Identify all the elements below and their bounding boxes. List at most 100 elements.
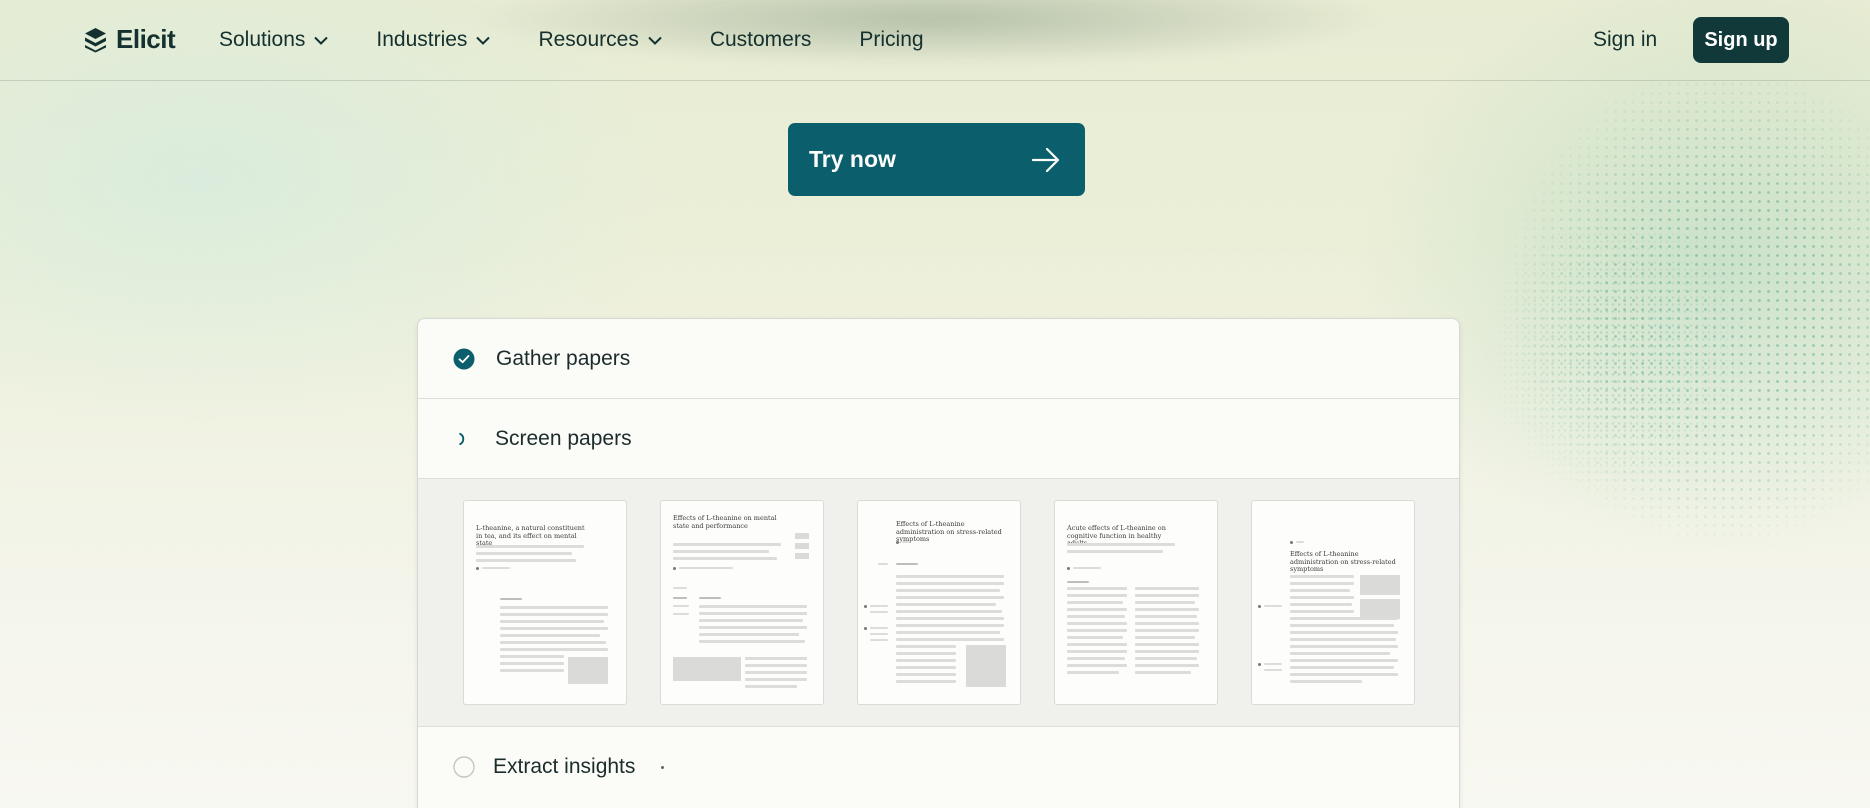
text-line: [673, 543, 781, 546]
text-line: [1067, 664, 1127, 667]
text-line: [896, 673, 956, 676]
bullet: [1258, 663, 1261, 666]
paper-thumbnail[interactable]: Acute effects of L-theanine on cognitive…: [1054, 500, 1218, 705]
bullet: [864, 605, 867, 608]
step-label: Screen papers: [495, 426, 632, 450]
text-line: [1067, 587, 1127, 590]
nav-item-industries[interactable]: Industries: [376, 28, 491, 52]
nav-item-label: Industries: [376, 28, 468, 51]
logo[interactable]: Elicit: [83, 24, 176, 55]
nav-item-customers[interactable]: Customers: [710, 28, 812, 52]
empty-circle-icon: [453, 756, 475, 778]
text-line: [1290, 610, 1354, 613]
text-line: [878, 563, 888, 565]
step-screen-papers[interactable]: Screen papers: [418, 399, 1459, 479]
paper-thumbnail[interactable]: Effects of L-theanine on mental state an…: [660, 500, 824, 705]
text-line: [500, 648, 608, 651]
nav-item-pricing[interactable]: Pricing: [859, 28, 923, 52]
text-line: [500, 655, 564, 658]
text-line: [476, 559, 576, 562]
figure-block: [673, 657, 741, 681]
text-line: [673, 557, 777, 560]
text-line: [1264, 605, 1282, 607]
text-line: [1135, 650, 1199, 653]
figure-block: [795, 543, 809, 549]
text-line: [870, 605, 888, 607]
text-line: [896, 638, 1004, 641]
bullet: [1067, 567, 1070, 570]
text-line: [1067, 657, 1125, 660]
text-line: [1290, 659, 1398, 662]
nav-item-label: Resources: [538, 28, 639, 51]
text-line: [745, 664, 807, 667]
text-line: [870, 627, 888, 629]
paper-thumbnail[interactable]: Effects of L-theanine administration on …: [1251, 500, 1415, 705]
text-line: [1135, 636, 1195, 639]
text-line: [896, 589, 1000, 592]
bullet: [1290, 541, 1293, 544]
nav-item-resources[interactable]: Resources: [538, 28, 662, 52]
text-line: [1264, 669, 1282, 671]
bullet: [1258, 605, 1261, 608]
arrow-right-icon: [1031, 147, 1060, 172]
chevron-down-icon: [476, 36, 491, 45]
text-line: [896, 610, 1002, 613]
check-circle-icon: [453, 348, 475, 369]
text-line: [1067, 550, 1163, 553]
paper-title: Effects of L-theanine on mental state an…: [673, 514, 777, 530]
text-line: [1290, 589, 1350, 592]
sign-in-link[interactable]: Sign in: [1593, 28, 1657, 52]
text-line: [673, 550, 769, 553]
sign-up-button[interactable]: Sign up: [1693, 17, 1789, 63]
text-line: [1264, 663, 1282, 665]
paper-thumbnail[interactable]: L-theanine, a natural constituent in tea…: [463, 500, 627, 705]
workflow-card: Gather papers Screen papers L-theanine, …: [417, 318, 1460, 808]
bullet: [864, 627, 867, 630]
text-line: [1290, 645, 1398, 648]
paper-title: Effects of L-theanine administration on …: [896, 520, 1002, 543]
text-line: [870, 639, 888, 641]
text-line: [482, 567, 510, 569]
figure-block: [795, 533, 809, 539]
text-line: [1067, 650, 1127, 653]
nav-item-solutions[interactable]: Solutions: [219, 28, 329, 52]
text-line: [1296, 541, 1304, 543]
text-line: [870, 633, 888, 635]
nav-menu: Solutions Industries Resources Customers…: [219, 28, 972, 52]
nav-item-label: Pricing: [859, 28, 924, 51]
heading-line: [896, 563, 918, 565]
text-line: [896, 582, 1004, 585]
text-line: [896, 631, 1000, 634]
text-line: [1290, 638, 1396, 641]
text-line: [745, 678, 807, 681]
text-line: [679, 567, 733, 569]
text-line: [896, 575, 1004, 578]
chevron-down-icon: [648, 36, 662, 45]
text-line: [1290, 666, 1394, 669]
text-line: [1067, 543, 1175, 546]
chevron-down-icon: [314, 36, 329, 45]
paper-thumbnail[interactable]: Effects of L-theanine administration on …: [857, 500, 1021, 705]
text-line: [896, 680, 956, 683]
text-line: [673, 605, 689, 607]
nav-item-label: Customers: [709, 28, 812, 51]
text-line: [745, 657, 807, 660]
text-line: [896, 666, 956, 669]
text-line: [896, 603, 996, 606]
try-now-button[interactable]: Try now: [788, 123, 1085, 196]
step-gather-papers[interactable]: Gather papers: [418, 319, 1459, 399]
elicit-logo-icon: [85, 27, 106, 52]
text-line: [500, 606, 608, 609]
step-extract-insights[interactable]: Extract insights: [418, 727, 1459, 807]
text-line: [500, 634, 600, 637]
text-line: [500, 669, 564, 672]
heading-line: [1067, 581, 1089, 583]
figure-block: [568, 657, 608, 684]
text-line: [896, 617, 1004, 620]
text-line: [1290, 596, 1354, 599]
bullet: [673, 567, 676, 570]
text-line: [699, 640, 805, 643]
text-line: [1290, 582, 1354, 585]
text-line: [673, 613, 689, 615]
text-line: [1135, 629, 1199, 632]
